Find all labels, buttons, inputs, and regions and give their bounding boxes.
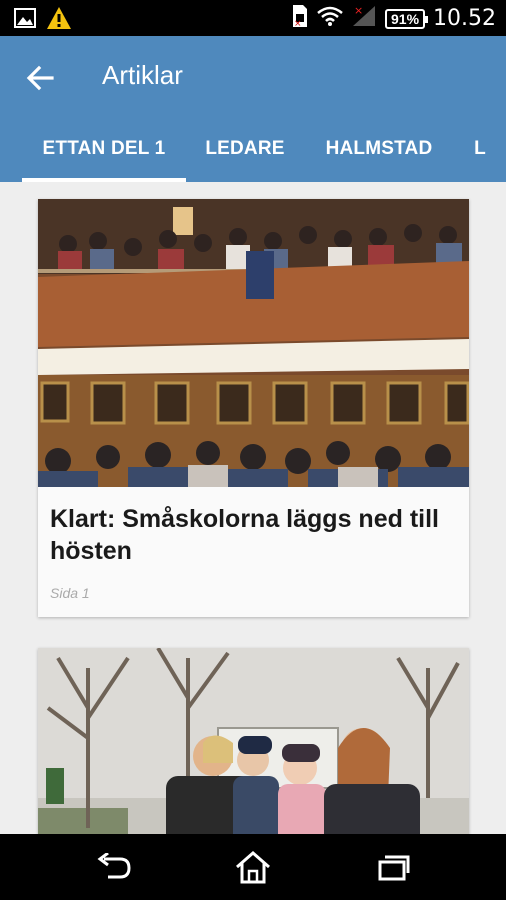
page-title: Artiklar: [102, 60, 183, 90]
tab-halmstad[interactable]: HALMSTAD: [318, 130, 440, 182]
navigation-bar: [0, 834, 506, 900]
article-card[interactable]: [38, 648, 469, 834]
status-right: × × 91% 10.52: [291, 4, 496, 33]
sim-icon: ×: [291, 4, 309, 33]
signal-icon: ×: [351, 4, 377, 33]
battery-level: 91%: [391, 10, 420, 27]
article-image: [38, 199, 469, 487]
home-icon: [236, 851, 270, 884]
arrow-left-icon: [26, 65, 54, 91]
recents-button[interactable]: [364, 846, 424, 888]
article-image: [38, 648, 469, 834]
clock: 10.52: [433, 6, 496, 31]
home-button[interactable]: [223, 846, 283, 888]
tab-bar: ETTAN DEL 1 LEDARE HALMSTAD L: [0, 130, 506, 182]
tab-ledare[interactable]: LEDARE: [200, 130, 290, 182]
tab-partial[interactable]: L: [470, 130, 490, 182]
article-card[interactable]: Klart: Småskolorna läggs ned till hösten…: [38, 199, 469, 617]
app-bar: Artiklar ETTAN DEL 1 LEDARE HALMSTAD L: [0, 36, 506, 182]
svg-text:×: ×: [294, 19, 302, 28]
back-nav-button[interactable]: [84, 846, 144, 888]
image-icon: [14, 8, 36, 33]
status-left: [14, 6, 72, 35]
battery-icon: 91%: [385, 8, 429, 29]
status-bar: × × 91% 10.52: [0, 0, 506, 36]
warning-icon: [46, 6, 72, 35]
tab-ettan-del-1[interactable]: ETTAN DEL 1: [22, 130, 186, 182]
article-page: Sida 1: [50, 585, 90, 601]
recents-icon: [378, 855, 410, 881]
article-list[interactable]: Klart: Småskolorna läggs ned till hösten…: [0, 182, 506, 834]
wifi-icon: [317, 5, 343, 32]
back-nav-icon: [97, 853, 131, 879]
back-button[interactable]: [20, 58, 60, 98]
svg-text:×: ×: [354, 4, 363, 17]
article-title: Klart: Småskolorna läggs ned till hösten: [50, 505, 439, 565]
